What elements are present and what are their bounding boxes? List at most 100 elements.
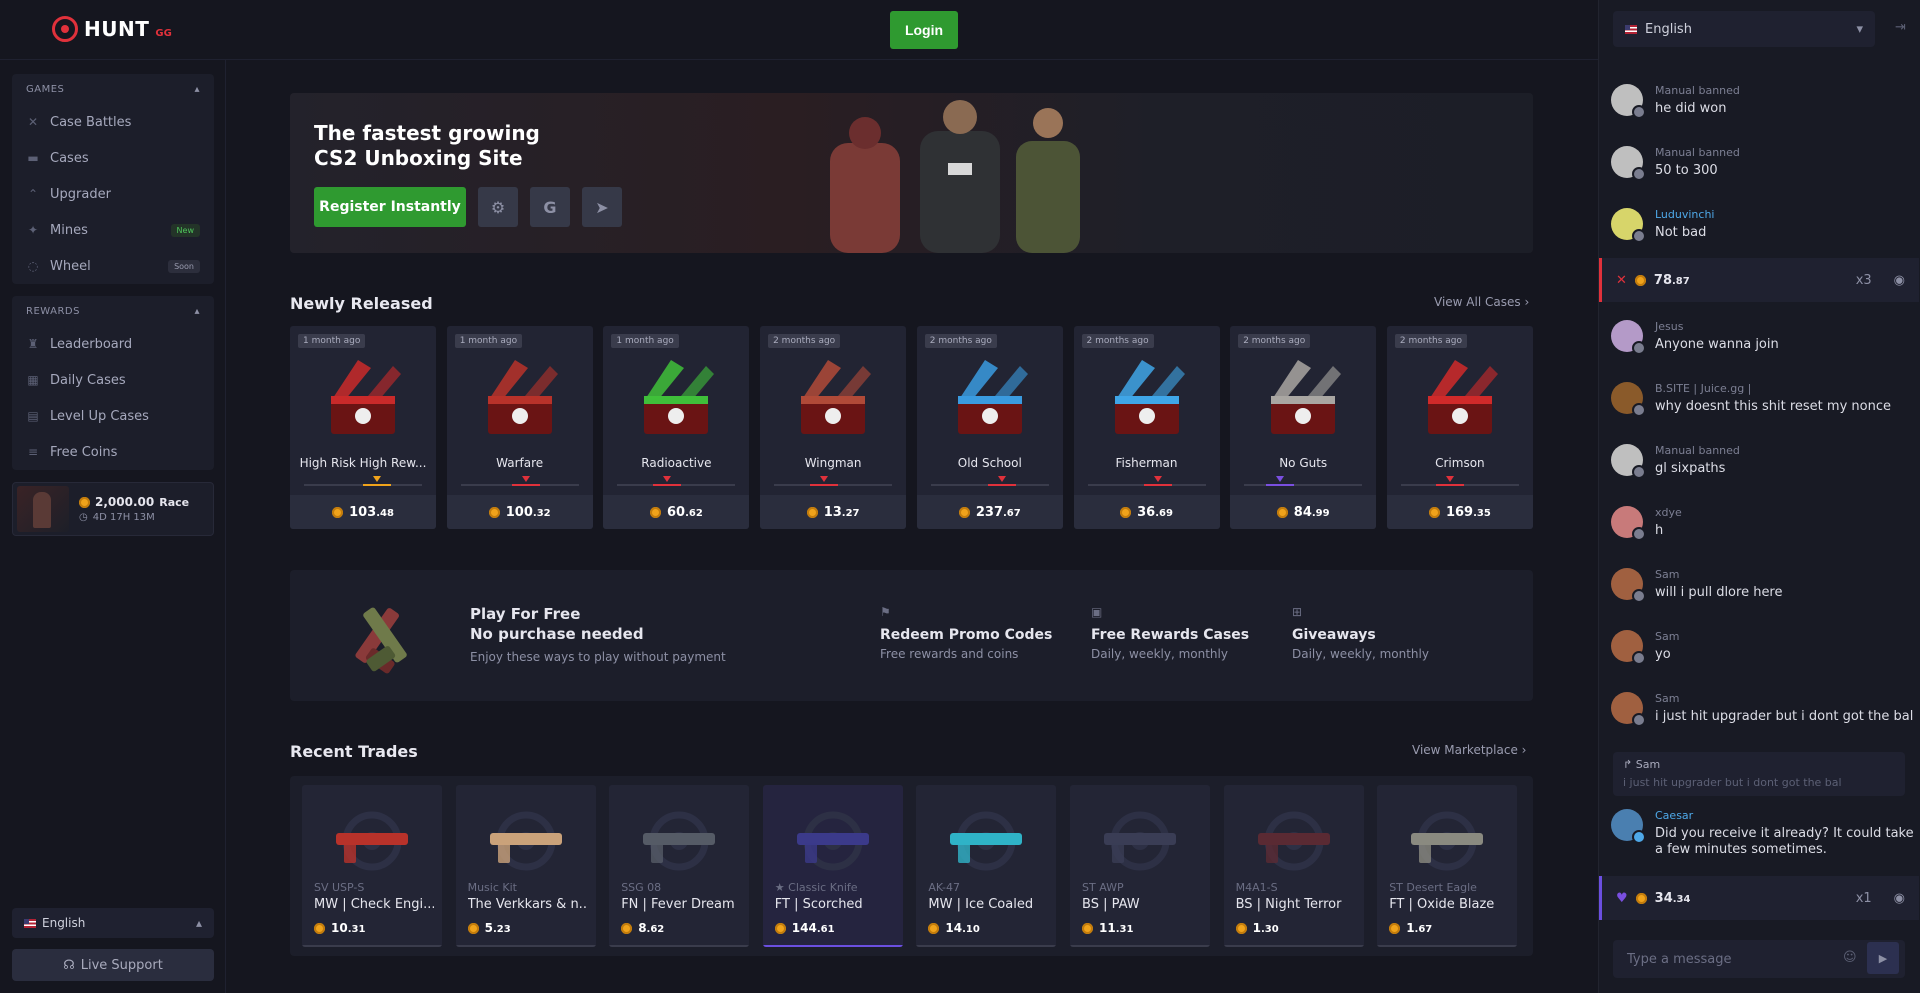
collapse-chat-icon[interactable]: ⇥ bbox=[1895, 20, 1906, 35]
heart-icon: ♥ bbox=[1616, 890, 1628, 906]
coin-icon bbox=[1635, 892, 1647, 904]
coin-icon bbox=[774, 922, 786, 934]
coin-icon bbox=[488, 506, 500, 518]
chat-message: xdye h bbox=[1599, 506, 1919, 541]
giveaways[interactable]: ⊞ Giveaways Daily, weekly, monthly bbox=[1292, 605, 1429, 661]
sidebar-item-cases[interactable]: ▬ Cases bbox=[12, 140, 214, 176]
sidebar-item-label: Level Up Cases bbox=[50, 408, 149, 424]
games-panel: GAMES ▴ ✕ Case Battles ▬ Cases ⌃ Upgrader ✦… bbox=[12, 74, 214, 284]
promo-item-sub: Daily, weekly, monthly bbox=[1292, 647, 1429, 661]
trade-card[interactable]: M4A1-S BS | Night Terror 1.30 bbox=[1223, 785, 1364, 947]
sidebar-item-upgrader[interactable]: ⌃ Upgrader bbox=[12, 176, 214, 212]
reply-arrow-icon: ↱ bbox=[1623, 758, 1633, 771]
case-age-badge: 2 months ago bbox=[1081, 334, 1154, 348]
live-support-button[interactable]: ☊ Live Support bbox=[12, 949, 214, 981]
steam-login-button[interactable]: ⚙ bbox=[478, 187, 518, 227]
sidebar-item-wheel[interactable]: ◌ Wheel Soon bbox=[12, 248, 214, 284]
sidebar-item-leaderboard[interactable]: ♜ Leaderboard bbox=[12, 326, 214, 362]
trade-card[interactable]: SV USP-S MW | Check Engi... 10.31 bbox=[302, 785, 442, 947]
trade-card[interactable]: AK-47 MW | Ice Coaled 14.10 bbox=[916, 785, 1057, 947]
chevron-down-icon: ▾ bbox=[1856, 21, 1863, 37]
case-card[interactable]: 1 month ago Radioactive 60.62 bbox=[603, 326, 750, 529]
trade-item-image bbox=[1090, 799, 1190, 879]
view-marketplace-label: View Marketplace bbox=[1412, 743, 1518, 757]
chat-username[interactable]: Jesus bbox=[1655, 320, 1915, 333]
language-selector[interactable]: English ▴ bbox=[12, 908, 214, 938]
chat-language-selector[interactable]: English ▾ bbox=[1613, 11, 1875, 47]
case-card[interactable]: 2 months ago No Guts 84.99 bbox=[1230, 326, 1377, 529]
case-age-badge: 1 month ago bbox=[298, 334, 366, 348]
emoji-icon[interactable]: ☺ bbox=[1843, 950, 1857, 965]
sidebar-item-label: Wheel bbox=[50, 258, 91, 274]
trade-card[interactable]: SSG 08 FN | Fever Dream 8.62 bbox=[609, 785, 750, 947]
sidebar-item-mines[interactable]: ✦ Mines New bbox=[12, 212, 214, 248]
case-card[interactable]: 2 months ago Wingman 13.27 bbox=[760, 326, 907, 529]
chat-input[interactable]: Type a message bbox=[1613, 940, 1905, 978]
newly-released-title: Newly Released bbox=[290, 294, 433, 313]
register-button[interactable]: Register Instantly bbox=[314, 187, 466, 227]
race-amount: 2,000.00 bbox=[95, 495, 155, 509]
trade-rarity-line bbox=[609, 945, 750, 947]
trade-item-name: MW | Ice Coaled bbox=[928, 897, 1034, 912]
case-card[interactable]: 1 month ago High Risk High Rew... 103.48 bbox=[290, 326, 436, 529]
chat-username[interactable]: xdye bbox=[1655, 506, 1915, 519]
bet-card[interactable]: ✕ 78.87 x3 ◉ bbox=[1599, 258, 1919, 302]
case-card[interactable]: 1 month ago Warfare 100.32 bbox=[446, 326, 593, 529]
promo-item-title: Giveaways bbox=[1292, 627, 1376, 643]
bet-amount: 34.34 bbox=[1654, 890, 1691, 906]
google-login-button[interactable]: G bbox=[530, 187, 570, 227]
free-rewards-cases[interactable]: ▣ Free Rewards Cases Daily, weekly, mont… bbox=[1091, 605, 1249, 661]
view-marketplace-link[interactable]: View Marketplace › bbox=[1412, 743, 1526, 757]
chat-username[interactable]: Caesar bbox=[1655, 809, 1915, 822]
chat-username[interactable]: Sam bbox=[1655, 568, 1915, 581]
trade-item-image bbox=[783, 799, 883, 879]
trade-card[interactable]: ST Desert Eagle FT | Oxide Blaze 1.67 bbox=[1377, 785, 1518, 947]
telegram-login-button[interactable]: ➤ bbox=[582, 187, 622, 227]
chat-panel: English ▾ ⇥ Manual banned he did won Manua… bbox=[1598, 0, 1920, 993]
recent-trades-title: Recent Trades bbox=[290, 742, 418, 761]
logo[interactable]: HUNT GG bbox=[52, 16, 172, 42]
case-name: Radioactive bbox=[641, 456, 712, 470]
case-image bbox=[1410, 348, 1510, 448]
eye-icon[interactable]: ◉ bbox=[1894, 891, 1905, 906]
chat-username[interactable]: Manual banned bbox=[1655, 146, 1915, 159]
rewards-header[interactable]: REWARDS ▴ bbox=[12, 296, 214, 326]
chat-username[interactable]: Manual banned bbox=[1655, 444, 1915, 457]
hero-title-line1: The fastest growing bbox=[314, 121, 540, 145]
redeem-promo-codes[interactable]: ⚑ Redeem Promo Codes Free rewards and co… bbox=[880, 605, 1052, 661]
case-risk-bar bbox=[1244, 484, 1363, 486]
sidebar-item-daily-cases[interactable]: ▦ Daily Cases bbox=[12, 362, 214, 398]
promo-item-sub: Free rewards and coins bbox=[880, 647, 1019, 661]
case-risk-fill bbox=[511, 484, 540, 486]
chat-text: why doesnt this shit reset my nonce bbox=[1655, 399, 1891, 414]
sidebar-item-free-coins[interactable]: ≡ Free Coins bbox=[12, 434, 214, 470]
trade-item-image bbox=[476, 799, 576, 879]
chat-message: Manual banned gl sixpaths bbox=[1599, 444, 1919, 479]
sidebar-item-case-battles[interactable]: ✕ Case Battles bbox=[12, 104, 214, 140]
sidebar-item-level-up-cases[interactable]: ▤ Level Up Cases bbox=[12, 398, 214, 434]
send-button[interactable]: ▶ bbox=[1867, 942, 1899, 974]
trade-card[interactable]: ★ Classic Knife FT | Scorched 144.61 bbox=[762, 785, 903, 947]
trade-card[interactable]: ST AWP BS | PAW 11.31 bbox=[1070, 785, 1210, 947]
case-card[interactable]: 2 months ago Old School 237.67 bbox=[916, 326, 1063, 529]
view-all-cases-link[interactable]: View All Cases › bbox=[1434, 295, 1529, 309]
trade-card[interactable]: Music Kit The Verkkars & n... 5.23 bbox=[455, 785, 596, 947]
games-header[interactable]: GAMES ▴ bbox=[12, 74, 214, 104]
trade-item-name: FN | Fever Dream bbox=[621, 897, 735, 912]
login-button[interactable]: Login bbox=[890, 11, 958, 49]
promo-title-2: No purchase needed bbox=[470, 625, 644, 643]
bet-card[interactable]: ♥ 34.34 x1 ◉ bbox=[1599, 876, 1919, 920]
chat-username[interactable]: Luduvinchi bbox=[1655, 208, 1915, 221]
case-card[interactable]: 2 months ago Fisherman 36.69 bbox=[1073, 326, 1220, 529]
play-for-free-text: Play For Free No purchase needed Enjoy t… bbox=[470, 604, 726, 664]
case-risk-fill bbox=[363, 484, 392, 486]
chat-username[interactable]: B.SITE | Juice.gg | bbox=[1655, 382, 1915, 395]
race-card[interactable]: 2,000.00 Race ◷ 4D 17H 13M bbox=[12, 482, 214, 536]
chat-username[interactable]: Sam bbox=[1655, 692, 1915, 705]
trade-item-price: 1.67 bbox=[1389, 921, 1432, 935]
eye-icon[interactable]: ◉ bbox=[1894, 273, 1905, 288]
avatar bbox=[1611, 809, 1646, 844]
chat-username[interactable]: Manual banned bbox=[1655, 84, 1915, 97]
chat-username[interactable]: Sam bbox=[1655, 630, 1915, 643]
case-card[interactable]: 2 months ago Crimson 169.35 bbox=[1386, 326, 1533, 529]
